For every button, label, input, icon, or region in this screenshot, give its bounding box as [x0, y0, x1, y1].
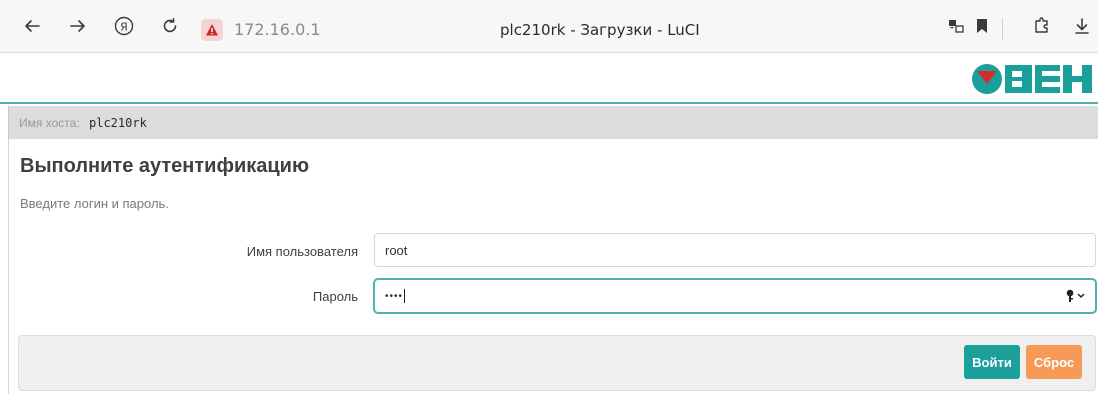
browser-toolbar: Я 172.16.0.1 plc210rk - Загрузки - LuCI: [0, 0, 1098, 53]
address-bar-url[interactable]: 172.16.0.1: [234, 20, 321, 39]
hostname-label: Имя хоста:: [19, 116, 80, 130]
back-arrow-icon[interactable]: [20, 14, 44, 38]
password-manager-key-icon[interactable]: [1065, 289, 1085, 303]
password-field[interactable]: ••••: [374, 279, 1096, 313]
hostname-bar: Имя хоста: plc210rk: [8, 106, 1098, 139]
toolbar-separator: [1002, 18, 1003, 40]
text-cursor: [404, 289, 406, 303]
page-header: [0, 54, 1098, 104]
svg-text:Я: Я: [120, 21, 128, 34]
login-button[interactable]: Войти: [964, 345, 1020, 379]
tab-title: plc210rk - Загрузки - LuCI: [500, 21, 700, 39]
username-value: root: [385, 242, 408, 258]
reload-icon[interactable]: [158, 14, 182, 38]
yandex-icon[interactable]: Я: [112, 14, 136, 38]
content-border: [8, 139, 9, 394]
forward-arrow-icon[interactable]: [66, 14, 90, 38]
page-description: Введите логин и пароль.: [20, 196, 169, 211]
warning-icon[interactable]: [201, 19, 223, 41]
username-field[interactable]: root: [374, 233, 1096, 267]
hostname-value: plc210rk: [89, 116, 147, 130]
brand-logo[interactable]: [970, 62, 1094, 101]
form-actions: [18, 335, 1096, 391]
page-title: Выполните аутентификацию: [20, 155, 310, 177]
password-label: Пароль: [312, 289, 358, 304]
username-label: Имя пользователя: [246, 244, 358, 259]
translate-icon[interactable]: [944, 14, 968, 38]
password-value: ••••: [385, 290, 404, 302]
reset-button[interactable]: Сброс: [1026, 345, 1082, 379]
bookmark-icon[interactable]: [970, 14, 994, 38]
extension-icon[interactable]: [1030, 14, 1054, 38]
download-icon[interactable]: [1070, 14, 1094, 38]
